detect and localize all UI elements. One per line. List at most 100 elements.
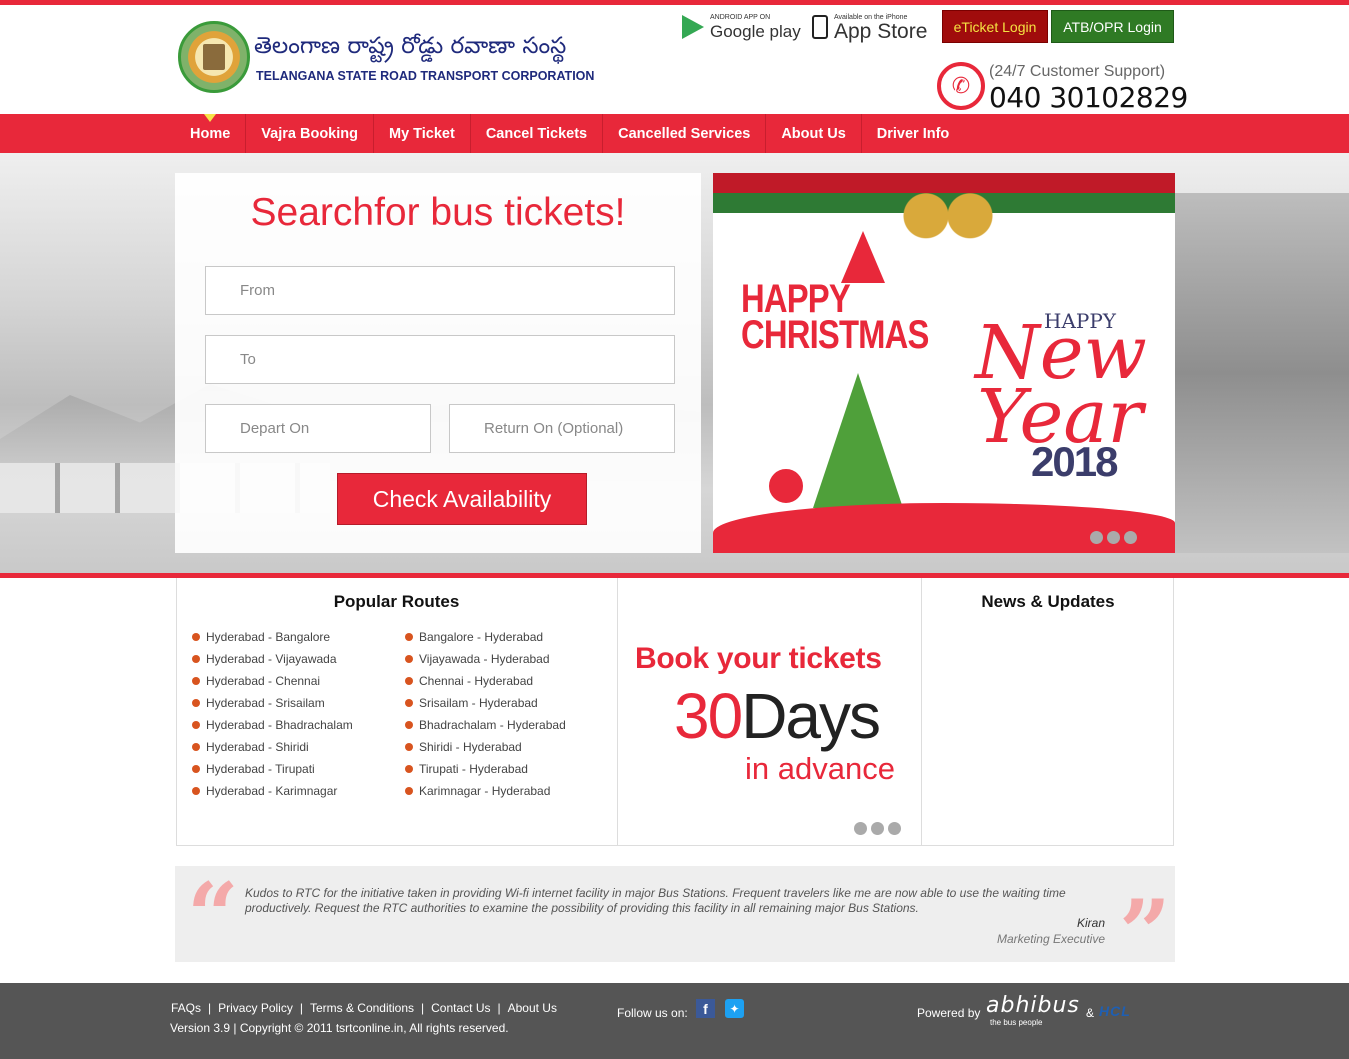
carousel-dot[interactable]: [1107, 531, 1120, 544]
holiday-banner[interactable]: HAPPY CHRISTMAS HAPPY New Year 2018: [713, 173, 1175, 553]
route-link[interactable]: Bangalore - Hyderabad: [405, 626, 566, 648]
app-store-badge[interactable]: Available on the iPhone App Store: [812, 9, 927, 45]
route-link[interactable]: Srisailam - Hyderabad: [405, 692, 566, 714]
route-link[interactable]: Hyderabad - Tirupati: [192, 758, 353, 780]
route-link[interactable]: Hyderabad - Vijayawada: [192, 648, 353, 670]
abhibus-logo[interactable]: abhibus: [986, 993, 1080, 1018]
footer-link-contact-us[interactable]: Contact Us: [431, 1001, 490, 1015]
abhibus-tagline: the bus people: [990, 1018, 1043, 1027]
bells-icon: [893, 181, 1003, 239]
eticket-login-button[interactable]: eTicket Login: [942, 10, 1048, 43]
carousel-dot[interactable]: [854, 822, 867, 835]
footer-separator: |: [299, 1001, 303, 1015]
christmas-tree-icon: [813, 373, 903, 508]
logo-telugu-text: తెలంగాణ రాష్ట్ర రోడ్డు రవాణా సంస్థ: [254, 33, 567, 59]
routes-list-right: Bangalore - Hyderabad Vijayawada - Hyder…: [405, 626, 566, 802]
google-play-icon: [682, 15, 704, 39]
testimonial-box: “ Kudos to RTC for the initiative taken …: [175, 863, 1175, 978]
follow-us-label: Follow us on:: [617, 1006, 688, 1020]
powered-by-label: Powered by: [917, 1006, 981, 1020]
routes-list-left: Hyderabad - Bangalore Hyderabad - Vijaya…: [192, 626, 353, 802]
atb-opr-login-button[interactable]: ATB/OPR Login: [1051, 10, 1174, 43]
check-availability-button[interactable]: Check Availability: [337, 473, 587, 525]
customer-support-label: (24/7 Customer Support): [989, 63, 1166, 80]
promo-days-number: 30: [674, 680, 743, 752]
happy-christmas-text: HAPPY CHRISTMAS: [741, 277, 929, 357]
search-panel: Searchfor bus tickets! From To Depart On…: [175, 173, 701, 553]
testimonial-text: Kudos to RTC for the initiative taken in…: [245, 886, 1066, 915]
logo-english-text: TELANGANA STATE ROAD TRANSPORT CORPORATI…: [256, 69, 595, 83]
footer-link-terms[interactable]: Terms & Conditions: [310, 1001, 414, 1015]
carousel-dot[interactable]: [1124, 531, 1137, 544]
nav-item-vajra-booking[interactable]: Vajra Booking: [246, 114, 374, 153]
route-link[interactable]: Shiridi - Hyderabad: [405, 736, 566, 758]
to-input[interactable]: To: [205, 335, 675, 384]
route-link[interactable]: Vijayawada - Hyderabad: [405, 648, 566, 670]
search-title: Searchfor bus tickets!: [250, 191, 626, 234]
customer-support-phone: 040 30102829: [989, 81, 1188, 114]
iphone-icon: [812, 15, 828, 39]
footer-separator: |: [208, 1001, 212, 1015]
route-link[interactable]: Bhadrachalam - Hyderabad: [405, 714, 566, 736]
nav-item-my-ticket[interactable]: My Ticket: [374, 114, 471, 153]
route-link[interactable]: Hyderabad - Karimnagar: [192, 780, 353, 802]
close-quote-icon: ”: [1119, 880, 1171, 986]
route-link[interactable]: Hyderabad - Shiridi: [192, 736, 353, 758]
route-link[interactable]: Hyderabad - Chennai: [192, 670, 353, 692]
facebook-icon[interactable]: f: [696, 999, 715, 1018]
nav-item-cancel-tickets[interactable]: Cancel Tickets: [471, 114, 604, 153]
return-on-input[interactable]: Return On (Optional): [449, 404, 675, 453]
phone-icon: ✆: [937, 62, 985, 110]
footer-separator: |: [421, 1001, 425, 1015]
carousel-dot[interactable]: [888, 822, 901, 835]
tsrtc-logo[interactable]: తెలంగాణ రాష్ట్ర రోడ్డు రవాణా సంస్థ TELAN…: [178, 21, 594, 99]
footer: FAQs | Privacy Policy | Terms & Conditions…: [0, 983, 1349, 1059]
ornament-tree-icon: [841, 231, 885, 283]
footer-link-about-us[interactable]: About Us: [508, 1001, 557, 1015]
footer-separator: |: [497, 1001, 501, 1015]
ampersand-text: &: [1086, 1006, 1095, 1020]
nav-item-home[interactable]: Home: [175, 114, 247, 153]
tsrtc-emblem-icon: [178, 21, 250, 93]
carousel-dot[interactable]: [1090, 531, 1103, 544]
red-wave-decoration: [713, 503, 1175, 553]
promo-carousel-dots[interactable]: [854, 822, 901, 835]
twitter-icon[interactable]: ✦: [725, 999, 744, 1018]
app-store-label: App Store: [834, 19, 928, 43]
carousel-dot[interactable]: [871, 822, 884, 835]
route-link[interactable]: Hyderabad - Srisailam: [192, 692, 353, 714]
promo-book-text: Book your tickets: [635, 642, 882, 675]
new-year-text: New Year: [975, 310, 1147, 460]
promo-advance-text: in advance: [745, 751, 895, 786]
promo-days-text: 30Days: [674, 679, 881, 753]
route-link[interactable]: Hyderabad - Bangalore: [192, 626, 353, 648]
open-quote-icon: “: [187, 863, 239, 969]
google-play-badge[interactable]: ANDROID APP ON Google play: [682, 9, 801, 45]
route-link[interactable]: Hyderabad - Bhadrachalam: [192, 714, 353, 736]
footer-links: FAQs | Privacy Policy | Terms & Conditions…: [171, 1001, 557, 1015]
testimonial-author: Kiran: [1076, 916, 1105, 930]
nav-item-driver-info[interactable]: Driver Info: [862, 114, 965, 153]
header: తెలంగాణ రాష్ట్ర రోడ్డు రవాణా సంస్థ TELAN…: [0, 5, 1349, 114]
hcl-logo[interactable]: HCL: [1099, 1003, 1131, 1019]
nav-item-about-us[interactable]: About Us: [766, 114, 862, 153]
popular-routes-title: Popular Routes: [333, 592, 460, 611]
year-text: 2018: [1031, 438, 1118, 485]
footer-link-privacy-policy[interactable]: Privacy Policy: [218, 1001, 293, 1015]
route-link[interactable]: Chennai - Hyderabad: [405, 670, 566, 692]
banner-carousel-dots[interactable]: [1090, 531, 1137, 544]
copyright-text: Version 3.9 | Copyright © 2011 tsrtconli…: [170, 1021, 509, 1035]
news-updates-title: News & Updates: [981, 592, 1115, 611]
main-nav: Home Vajra Booking My Ticket Cancel Tick…: [0, 114, 1349, 153]
route-link[interactable]: Karimnagar - Hyderabad: [405, 780, 566, 802]
testimonial-role: Marketing Executive: [996, 932, 1105, 946]
from-input[interactable]: From: [205, 266, 675, 315]
nav-item-cancelled-services[interactable]: Cancelled Services: [603, 114, 767, 153]
google-play-label: Google play: [710, 21, 801, 41]
promo-days-word: Days: [741, 680, 881, 752]
news-updates-panel: News & Updates: [922, 578, 1174, 846]
depart-on-input[interactable]: Depart On: [205, 404, 431, 453]
footer-link-faqs[interactable]: FAQs: [171, 1001, 201, 1015]
advance-booking-promo[interactable]: Book your tickets 30Days in advance: [618, 578, 922, 846]
route-link[interactable]: Tirupati - Hyderabad: [405, 758, 566, 780]
